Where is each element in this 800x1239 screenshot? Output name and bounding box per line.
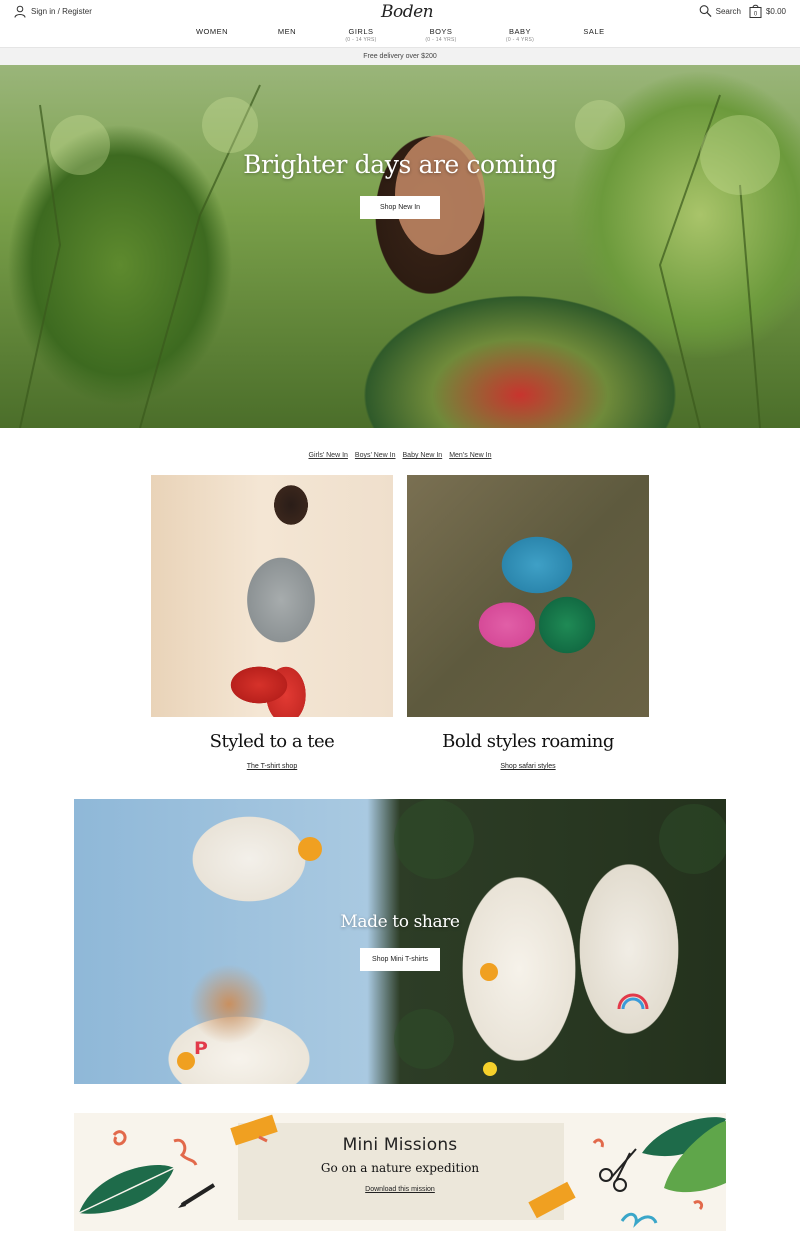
nav-women[interactable]: WOMEN [195,27,229,36]
boys-new-in-link[interactable]: Boys’ New In [355,452,396,459]
mens-new-in-link[interactable]: Men’s New In [449,452,491,459]
nav-label: GIRLS [348,27,374,36]
shop-new-in-button[interactable]: Shop New In [360,196,440,219]
squiggle-right-bottom [693,1200,704,1211]
tshirt-tile-image[interactable] [151,475,393,717]
nav-boys[interactable]: BOYS (0 - 14 YRS) [420,27,462,43]
nav-label: BOYS [429,27,453,36]
nav-label: SALE [583,27,605,36]
sign-in-label: Sign in / Register [31,7,92,16]
sign-in-link[interactable]: Sign in / Register [14,5,92,18]
brand-logo[interactable]: Boden [381,2,434,22]
search-icon [699,5,712,17]
nav-girls[interactable]: GIRLS (0 - 14 YRS) [340,27,382,43]
mission-subtitle: Go on a nature expedition [320,1161,480,1175]
mission-link-wrap: Download this mission [0,1186,800,1193]
promo-bar[interactable]: Free delivery over $200 [0,47,800,65]
search-button[interactable]: Search [699,4,741,18]
nav-label: WOMEN [195,27,229,36]
tshirt-print: ᴾ [194,1037,208,1072]
nav-sale[interactable]: SALE [580,27,608,36]
share-title: Made to share [340,912,460,932]
shopping-bag-icon: 0 [749,4,762,18]
hero-foliage [19,84,780,428]
nav-sublabel: (0 - 14 YRS) [345,37,377,43]
nav-baby[interactable]: BABY (0 - 4 YRS) [500,27,540,43]
tile-link-wrap: The T-shirt shop [151,763,393,770]
hero-image[interactable] [0,65,800,428]
nav-sublabel: (0 - 14 YRS) [425,37,457,43]
hero-title: Brighter days are coming [243,150,557,179]
main-nav: WOMEN MEN GIRLS (0 - 14 YRS) BOYS (0 - 1… [0,27,800,45]
nav-label: MEN [277,27,297,36]
nav-men[interactable]: MEN [272,27,302,36]
nav-sublabel: (0 - 4 YRS) [505,37,535,43]
baby-new-in-link[interactable]: Baby New In [403,452,443,459]
girls-new-in-link[interactable]: Girls’ New In [309,452,348,459]
share-artwork: ᴾ [177,799,726,1076]
search-label: Search [715,6,741,16]
tile-link-wrap: Shop safari styles [407,763,649,770]
site-header: Sign in / Register Boden Search 0 $0.00 … [0,0,800,47]
tile-title-safari: Bold styles roaming [442,731,614,752]
category-links: Girls’ New In Boys’ New In Baby New In M… [0,452,800,459]
tshirt-shop-link[interactable]: The T-shirt shop [247,763,297,770]
bag-total: $0.00 [765,6,786,16]
nav-label: BABY [508,27,531,36]
mission-title: Mini Missions [342,1135,458,1155]
safari-styles-link[interactable]: Shop safari styles [500,763,555,770]
bag-button[interactable]: 0 $0.00 [749,4,786,18]
tile-title-tshirt: Styled to a tee [209,731,335,752]
made-to-share-banner[interactable]: ᴾ [74,799,726,1084]
bag-count: 0 [754,12,758,18]
safari-tile-image[interactable] [407,475,649,717]
shop-mini-tshirts-button[interactable]: Shop Mini T-shirts [360,948,440,971]
squiggle-blue [620,1212,658,1228]
user-icon [14,5,26,18]
download-mission-link[interactable]: Download this mission [365,1186,435,1193]
